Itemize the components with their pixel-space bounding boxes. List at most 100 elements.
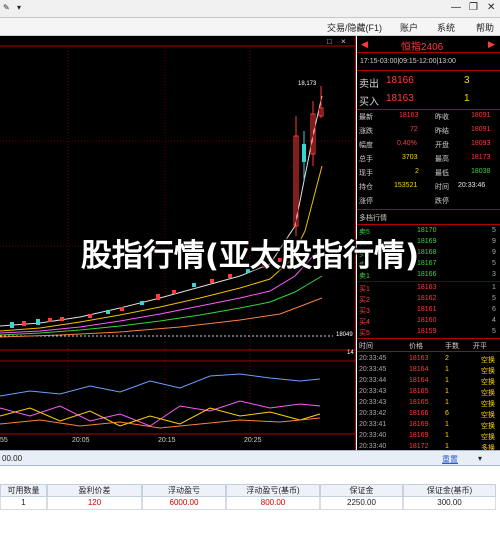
chart-close-button[interactable]: ×	[341, 37, 346, 46]
menu-bar: 交易/隐藏(F1) 账户 系统 帮助	[0, 18, 500, 36]
tick-row: 20:33:41 18169 1 空换	[357, 420, 500, 431]
symbol-header: ◀ 恒指2406 ▶	[357, 36, 500, 53]
buy-row[interactable]: 买入 18163 1	[357, 92, 500, 108]
stat-value: 18038	[471, 168, 491, 175]
tick-type: 空换	[481, 423, 495, 430]
tick-row: 20:33:40 18169 1 空换	[357, 431, 500, 442]
stat-row: 涨跌 72 昨结 18091	[357, 125, 500, 136]
depth-qty: 5	[492, 328, 496, 335]
stat-value: 72	[410, 126, 418, 133]
table-cell: 120	[47, 497, 142, 510]
tick-row: 20:33:45 18163 2 空换	[357, 354, 500, 365]
table-header[interactable]: 保证金(基币)	[403, 484, 496, 497]
stat-value: 18093	[471, 140, 491, 147]
tick-type: 空换	[481, 379, 495, 386]
menu-account[interactable]: 账户	[400, 21, 418, 34]
tick-price: 18172	[409, 443, 429, 450]
menu-system[interactable]: 系统	[437, 21, 455, 34]
depth-qty: 5	[492, 260, 496, 267]
sell-price: 18166	[386, 75, 414, 86]
sell-row[interactable]: 卖出 18166 3	[357, 74, 500, 90]
depth-price: 18163	[417, 284, 437, 291]
table-header[interactable]: 可用数量	[0, 484, 47, 497]
depth-title: 多档行情	[359, 215, 387, 222]
minimize-button[interactable]: —	[451, 2, 461, 13]
stat-label: 昨收	[435, 114, 449, 121]
depth-price: 18161	[417, 306, 437, 313]
depth-row-bid[interactable]: 买2 18162 5	[357, 294, 500, 305]
stat-label: 跌停	[435, 198, 449, 205]
table-header[interactable]: 保证金	[320, 484, 403, 497]
depth-qty: 9	[492, 238, 496, 245]
table-header[interactable]: 浮动盈亏(基币)	[226, 484, 320, 497]
tick-qty: 2	[445, 355, 449, 362]
tick-row: 20:33:44 18164 1 空换	[357, 376, 500, 387]
depth-row-bid[interactable]: 买1 18163 1	[357, 283, 500, 294]
tick-time: 20:33:45	[359, 366, 387, 373]
stat-label: 幅度	[359, 142, 373, 149]
ticks-header-qty: 手数	[445, 343, 459, 350]
depth-label: 买3	[359, 308, 370, 315]
tick-row: 20:33:45 18164 1 空换	[357, 365, 500, 376]
restore-button[interactable]: ❐	[469, 2, 478, 13]
stat-value: 18163	[399, 112, 419, 119]
dropdown-arrow-icon[interactable]: ▾	[17, 3, 21, 12]
tick-row: 20:33:43 18165 1 空换	[357, 398, 500, 409]
tick-time: 20:33:42	[359, 410, 387, 417]
menu-trade[interactable]: 交易/隐藏(F1)	[327, 21, 382, 34]
stat-label: 昨结	[435, 128, 449, 135]
tick-type: 空换	[481, 412, 495, 419]
tick-time: 20:33:43	[359, 399, 387, 406]
tick-qty: 1	[445, 377, 449, 384]
depth-row-bid[interactable]: 买4 18160 4	[357, 316, 500, 327]
tick-qty: 1	[445, 399, 449, 406]
tick-time: 20:33:43	[359, 388, 387, 395]
reset-link[interactable]: 重置	[442, 454, 458, 465]
table-header[interactable]: 浮动盈亏	[142, 484, 226, 497]
tick-time: 20:33:44	[359, 377, 387, 384]
depth-qty: 6	[492, 306, 496, 313]
stat-value: 0.40%	[397, 140, 417, 147]
close-button[interactable]: ✕	[487, 2, 495, 13]
stat-row: 持仓 153521 时间 20:33:46	[357, 181, 500, 192]
depth-row-bid[interactable]: 买5 18159 5	[357, 327, 500, 338]
depth-qty: 4	[492, 317, 496, 324]
ticks-header-time: 时间	[359, 343, 373, 350]
depth-price: 18162	[417, 295, 437, 302]
stat-label: 持仓	[359, 184, 373, 191]
depth-row-bid[interactable]: 买3 18161 6	[357, 305, 500, 316]
tick-type: 空换	[481, 368, 495, 375]
table-cell: 300.00	[403, 497, 496, 510]
stat-value: 153521	[394, 182, 418, 189]
prev-symbol-icon[interactable]: ◀	[361, 39, 368, 50]
stat-label: 最高	[435, 156, 449, 163]
table-cell: 1	[0, 497, 47, 510]
tick-time: 20:33:45	[359, 355, 387, 362]
tick-price: 18164	[409, 377, 429, 384]
tick-qty: 6	[445, 410, 449, 417]
depth-label: 买5	[359, 330, 370, 337]
ticks-header-type: 开平	[473, 343, 487, 350]
next-symbol-icon[interactable]: ▶	[488, 39, 495, 50]
time-tick: 55	[0, 437, 8, 444]
tick-type: 空换	[481, 434, 495, 441]
stat-label: 时间	[435, 184, 449, 191]
menu-help[interactable]: 帮助	[476, 21, 494, 34]
table-header[interactable]: 盈利价差	[47, 484, 142, 497]
stat-row: 总手 3703 最高 18173	[357, 153, 500, 164]
chart-restore-button[interactable]: □	[327, 37, 332, 46]
ticks-header: 时间 价格 手数 开平	[357, 340, 500, 351]
tick-price: 18169	[409, 421, 429, 428]
collapse-icon[interactable]: ▾	[478, 454, 482, 463]
stat-label: 开盘	[435, 142, 449, 149]
depth-label: 买4	[359, 319, 370, 326]
tick-time: 20:33:40	[359, 432, 387, 439]
depth-qty: 9	[492, 249, 496, 256]
table-cell: 2250.00	[320, 497, 403, 510]
depth-qty: 3	[492, 271, 496, 278]
pen-icon[interactable]: ✎	[3, 3, 10, 12]
stat-label: 最新	[359, 114, 373, 121]
table-cell: 800.00	[226, 497, 320, 510]
depth-qty: 5	[492, 295, 496, 302]
tick-price: 18166	[409, 410, 429, 417]
